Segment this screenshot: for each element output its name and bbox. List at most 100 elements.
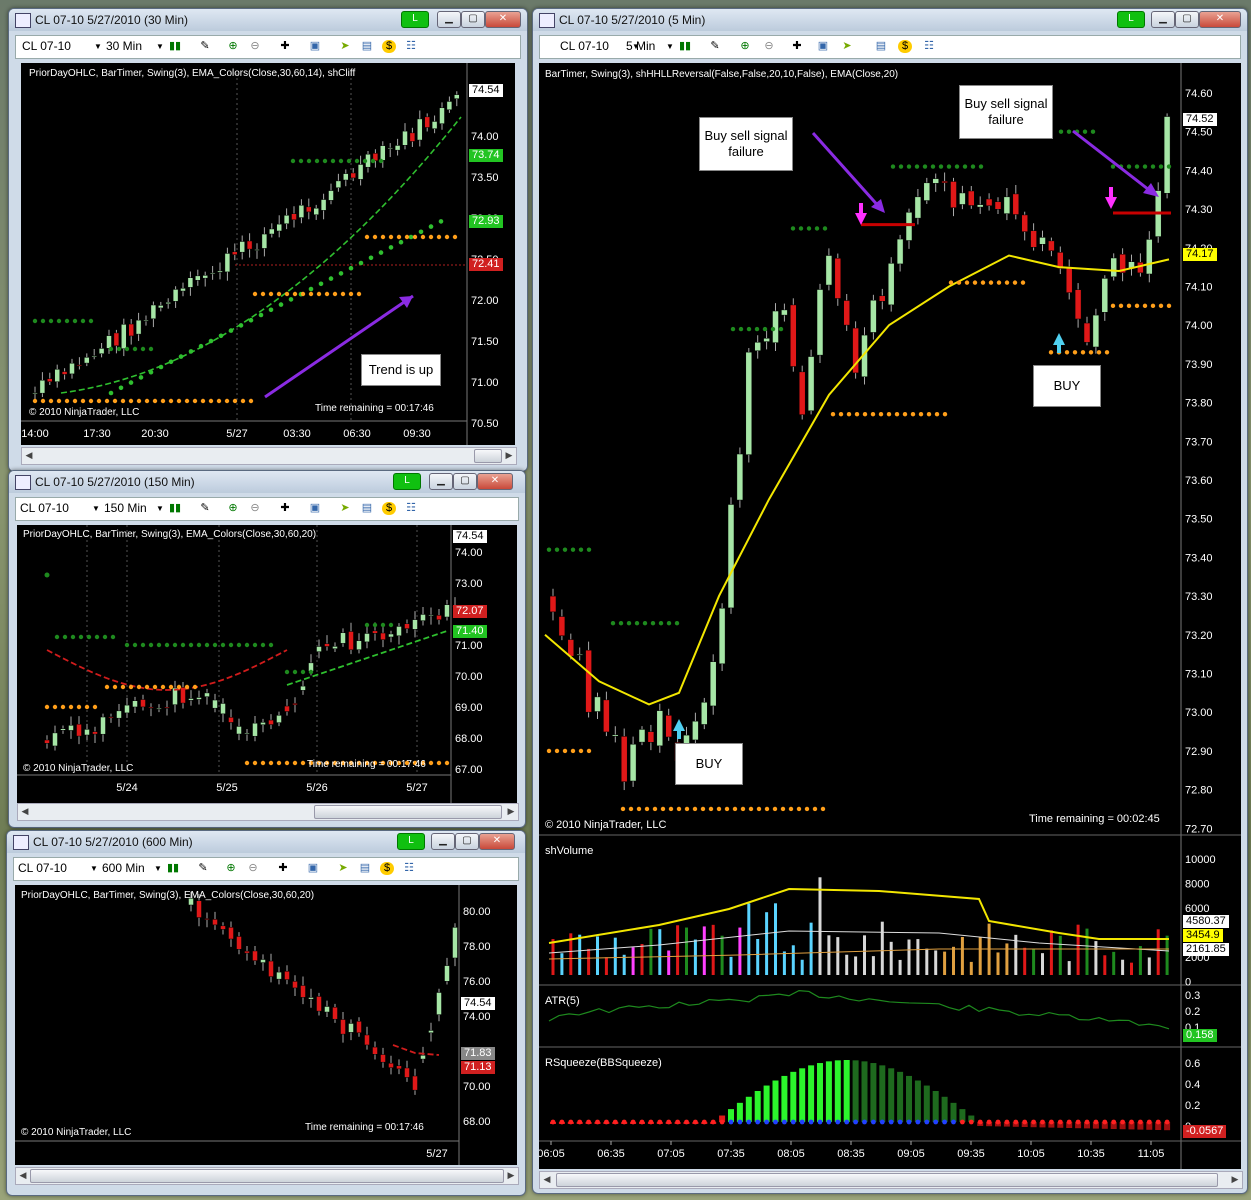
scroll-right-icon[interactable]: ▶	[504, 804, 518, 820]
indicators-icon[interactable]: ▤	[874, 40, 888, 53]
zoom-in-icon[interactable]: ⊕	[226, 40, 240, 53]
minimize-button[interactable]: ▁	[1151, 11, 1175, 28]
drawing-tool-icon[interactable]: ✎	[198, 502, 212, 515]
link-button[interactable]: L	[1117, 11, 1145, 28]
drawing-tool-icon[interactable]: ✎	[708, 40, 722, 53]
instrument-dropdown-icon[interactable]: ▼	[92, 504, 100, 513]
price-chart-150min[interactable]: 74.0073.0072.0071.0070.0069.0068.0067.00…	[17, 525, 517, 803]
maximize-button[interactable]: ▢	[455, 833, 479, 850]
link-button[interactable]: L	[401, 11, 429, 28]
chart-window-30min[interactable]: CL 07-10 5/27/2010 (30 Min) L ▁ ▢ ✕ CL 0…	[8, 8, 528, 472]
interval-dropdown-icon[interactable]: ▼	[156, 42, 164, 51]
properties-icon[interactable]: ▣	[308, 502, 322, 515]
crosshair-icon[interactable]: ✚	[278, 502, 292, 515]
maximize-button[interactable]: ▢	[461, 11, 485, 28]
crosshair-icon[interactable]: ✚	[790, 40, 804, 53]
scroll-thumb[interactable]	[30, 1169, 504, 1183]
trade-icon[interactable]: $	[382, 502, 396, 515]
zoom-in-icon[interactable]: ⊕	[224, 862, 238, 875]
bar-type-icon[interactable]: ▮▮	[678, 40, 692, 53]
drawing-tool-icon[interactable]: ✎	[198, 40, 212, 53]
instrument-dropdown-icon[interactable]: ▼	[90, 864, 98, 873]
maximize-button[interactable]: ▢	[453, 473, 477, 490]
time-scrollbar[interactable]: ◀ ▶	[539, 1171, 1243, 1189]
bar-type-icon[interactable]: ▮▮	[166, 862, 180, 875]
crosshair-icon[interactable]: ✚	[276, 862, 290, 875]
maximize-button[interactable]: ▢	[1175, 11, 1199, 28]
instrument-selector[interactable]: CL 07-10	[20, 501, 69, 515]
close-button[interactable]: ✕	[477, 473, 513, 490]
data-box-icon[interactable]: ☷	[404, 40, 418, 53]
price-chart-5min[interactable]: 74.6074.5074.4074.3074.2074.1074.0073.90…	[539, 63, 1241, 1169]
swing-dot	[444, 234, 450, 240]
strategy-icon[interactable]: ➤	[840, 40, 854, 53]
scroll-left-icon[interactable]: ◀	[16, 1168, 30, 1184]
price-chart-600min[interactable]: 80.0078.0076.0074.0072.0070.0068.005/27 …	[15, 885, 517, 1165]
price-chart-30min[interactable]: 74.0073.5073.0072.5072.0071.5071.0070.50…	[21, 63, 515, 445]
window-titlebar[interactable]: CL 07-10 5/27/2010 (30 Min) L ▁ ▢ ✕	[9, 9, 527, 31]
window-titlebar[interactable]: CL 07-10 5/27/2010 (150 Min) L ▁ ▢ ✕	[9, 471, 525, 493]
zoom-in-icon[interactable]: ⊕	[226, 502, 240, 515]
minimize-button[interactable]: ▁	[431, 833, 455, 850]
strategy-icon[interactable]: ➤	[338, 40, 352, 53]
minimize-button[interactable]: ▁	[437, 11, 461, 28]
drawing-tool-icon[interactable]: ✎	[196, 862, 210, 875]
close-button[interactable]: ✕	[479, 833, 515, 850]
trade-icon[interactable]: $	[382, 40, 396, 53]
scroll-thumb[interactable]	[314, 805, 502, 819]
properties-icon[interactable]: ▣	[308, 40, 322, 53]
interval-dropdown-icon[interactable]: ▼	[666, 42, 674, 51]
scroll-left-icon[interactable]: ◀	[22, 448, 36, 464]
window-titlebar[interactable]: CL 07-10 5/27/2010 (600 Min) L ▁ ▢ ✕	[7, 831, 525, 853]
zoom-out-icon[interactable]: ⊖	[762, 40, 776, 53]
data-box-icon[interactable]: ☷	[922, 40, 936, 53]
interval-selector[interactable]: 600 Min	[102, 861, 145, 875]
zoom-in-icon[interactable]: ⊕	[738, 40, 752, 53]
crosshair-icon[interactable]: ✚	[278, 40, 292, 53]
time-scrollbar[interactable]: ◀ ▶	[21, 447, 517, 465]
scroll-thumb[interactable]	[474, 449, 502, 463]
strategy-icon[interactable]: ➤	[336, 862, 350, 875]
link-button[interactable]: L	[397, 833, 425, 850]
scroll-left-icon[interactable]: ◀	[18, 804, 32, 820]
chart-window-5min[interactable]: CL 07-10 5/27/2010 (5 Min) L ▁ ▢ ✕ CL 07…	[532, 8, 1248, 1194]
scroll-thumb[interactable]	[556, 1173, 1218, 1187]
trade-icon[interactable]: $	[380, 862, 394, 875]
zoom-out-icon[interactable]: ⊖	[248, 502, 262, 515]
data-box-icon[interactable]: ☷	[404, 502, 418, 515]
zoom-out-icon[interactable]: ⊖	[248, 40, 262, 53]
minimize-button[interactable]: ▁	[429, 473, 453, 490]
bar-type-icon[interactable]: ▮▮	[168, 40, 182, 53]
instrument-selector[interactable]: CL 07-10	[18, 861, 67, 875]
indicators-icon[interactable]: ▤	[358, 862, 372, 875]
instrument-selector[interactable]: CL 07-10	[22, 39, 71, 53]
scroll-right-icon[interactable]: ▶	[502, 448, 516, 464]
interval-selector[interactable]: 5 Min	[626, 39, 655, 53]
indicators-icon[interactable]: ▤	[360, 40, 374, 53]
interval-dropdown-icon[interactable]: ▼	[156, 504, 164, 513]
link-button[interactable]: L	[393, 473, 421, 490]
bar-type-icon[interactable]: ▮▮	[168, 502, 182, 515]
properties-icon[interactable]: ▣	[306, 862, 320, 875]
window-titlebar[interactable]: CL 07-10 5/27/2010 (5 Min) L ▁ ▢ ✕	[533, 9, 1247, 31]
time-scrollbar[interactable]: ◀ ▶	[15, 1167, 519, 1185]
chart-window-150min[interactable]: CL 07-10 5/27/2010 (150 Min) L ▁ ▢ ✕ CL …	[8, 470, 526, 828]
scroll-right-icon[interactable]: ▶	[504, 1168, 518, 1184]
scroll-right-icon[interactable]: ▶	[1228, 1172, 1242, 1188]
close-button[interactable]: ✕	[1199, 11, 1241, 28]
interval-selector[interactable]: 30 Min	[106, 39, 142, 53]
chart-window-600min[interactable]: CL 07-10 5/27/2010 (600 Min) L ▁ ▢ ✕ CL …	[6, 830, 526, 1196]
strategy-icon[interactable]: ➤	[338, 502, 352, 515]
instrument-selector[interactable]: CL 07-10	[560, 39, 609, 53]
trade-icon[interactable]: $	[898, 40, 912, 53]
data-box-icon[interactable]: ☷	[402, 862, 416, 875]
indicators-icon[interactable]: ▤	[360, 502, 374, 515]
zoom-out-icon[interactable]: ⊖	[246, 862, 260, 875]
interval-dropdown-icon[interactable]: ▼	[154, 864, 162, 873]
interval-selector[interactable]: 150 Min	[104, 501, 147, 515]
instrument-dropdown-icon[interactable]: ▼	[94, 42, 102, 51]
scroll-left-icon[interactable]: ◀	[540, 1172, 554, 1188]
time-scrollbar[interactable]: ◀ ▶	[17, 803, 519, 821]
close-button[interactable]: ✕	[485, 11, 521, 28]
properties-icon[interactable]: ▣	[816, 40, 830, 53]
